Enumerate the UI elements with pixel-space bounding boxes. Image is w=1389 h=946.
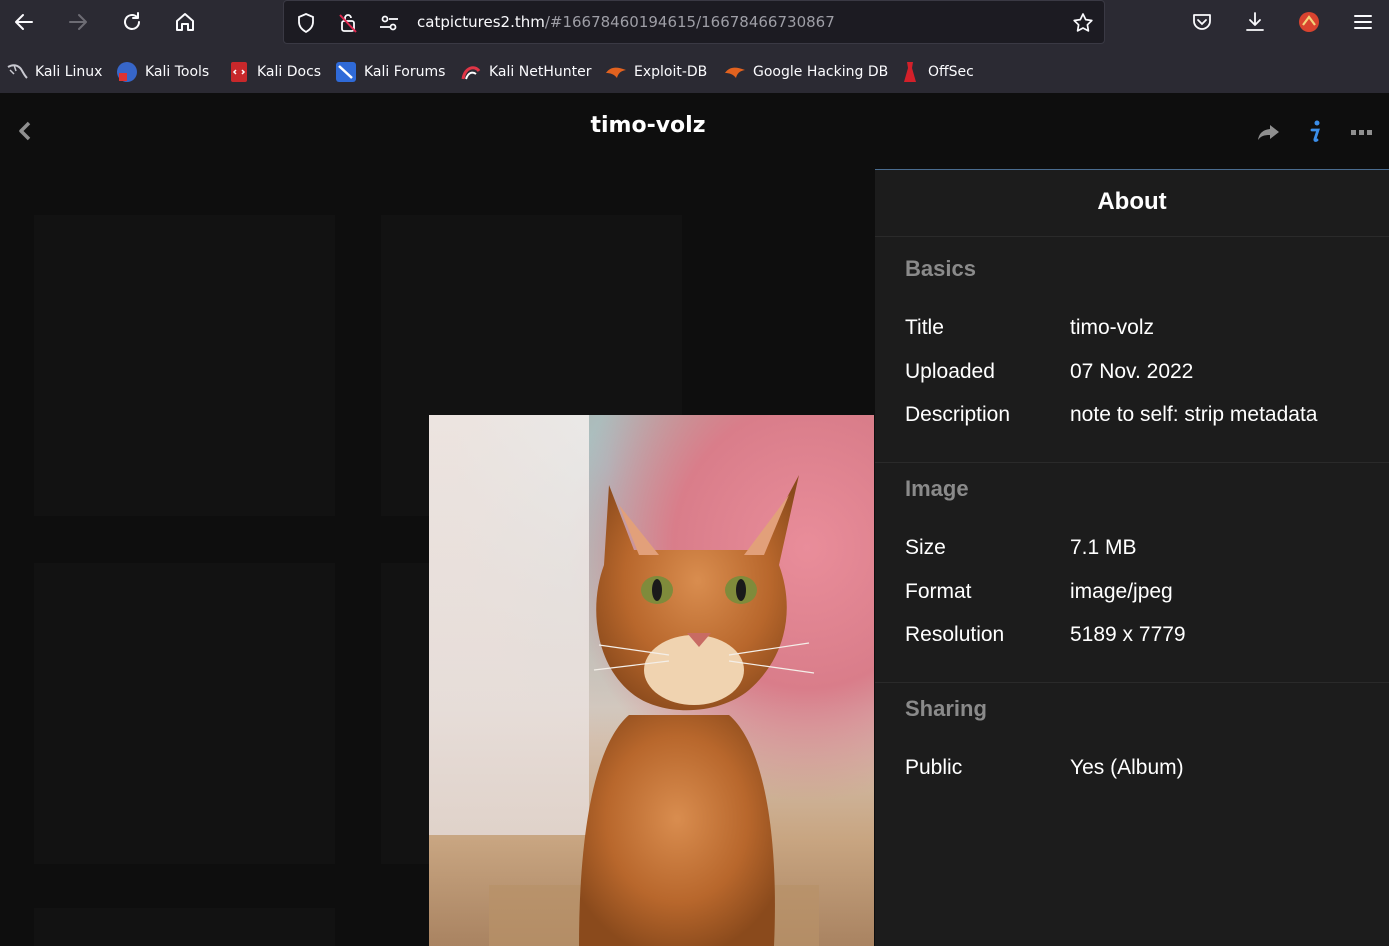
download-icon[interactable] — [1239, 6, 1271, 38]
basics-description-value: note to self: strip metadata — [1070, 403, 1318, 426]
bookmark-label: Kali Forums — [364, 64, 446, 80]
sharing-public-key: Public — [905, 756, 963, 779]
reload-icon[interactable] — [116, 6, 148, 38]
exploit-db-icon — [605, 61, 627, 83]
extension-icon[interactable] — [1293, 6, 1325, 38]
image-resolution-key: Resolution — [905, 623, 1005, 646]
bookmark-kali-forums[interactable]: Kali Forums — [335, 60, 445, 84]
share-icon[interactable] — [1256, 119, 1282, 145]
forward-arrow-icon[interactable] — [62, 6, 94, 38]
basics-title-key: Title — [905, 316, 944, 339]
url-path: /#16678460194615/16678466730867 — [544, 13, 835, 31]
photo-viewer: timo-volz About Basics Title timo-volz U… — [0, 93, 1389, 946]
bookmark-google-hacking-db[interactable]: Google Hacking DB — [724, 60, 888, 84]
sharing-public-value: Yes (Album) — [1070, 756, 1184, 779]
bookmark-kali-linux[interactable]: Kali Linux — [6, 60, 102, 84]
cat-figure — [489, 475, 819, 946]
ghdb-icon — [724, 61, 746, 83]
bookmark-label: OffSec — [928, 64, 974, 80]
browser-toolbar: catpictures2.thm/#16678460194615/1667846… — [0, 0, 1389, 93]
section-sharing-heading: Sharing — [905, 696, 987, 721]
bookmarks-toolbar: Kali Linux Kali Tools Kali Docs Kali For… — [0, 52, 1389, 92]
album-thumbnail[interactable] — [34, 563, 335, 864]
image-resolution-value: 5189 x 7779 — [1070, 623, 1186, 646]
bookmark-label: Kali Tools — [145, 64, 210, 80]
tracking-shield-icon[interactable] — [293, 10, 319, 36]
bookmark-exploit-db[interactable]: Exploit-DB — [605, 60, 707, 84]
bookmark-kali-nethunter[interactable]: Kali NetHunter — [460, 60, 591, 84]
url-text[interactable]: catpictures2.thm/#16678460194615/1667846… — [417, 13, 835, 31]
bookmark-label: Google Hacking DB — [753, 64, 889, 80]
hamburger-menu-icon[interactable] — [1347, 6, 1379, 38]
more-options-icon[interactable] — [1349, 119, 1375, 145]
offsec-icon — [899, 61, 921, 83]
back-arrow-icon[interactable] — [8, 6, 40, 38]
divider — [875, 236, 1389, 237]
bookmark-offsec[interactable]: OffSec — [899, 60, 974, 84]
bookmark-label: Exploit-DB — [634, 64, 708, 80]
basics-uploaded-key: Uploaded — [905, 360, 995, 383]
kali-docs-icon — [228, 61, 250, 83]
album-thumbnail[interactable] — [34, 908, 335, 946]
about-panel: About Basics Title timo-volz Uploaded 07… — [875, 169, 1389, 946]
bookmark-star-icon[interactable] — [1070, 10, 1096, 36]
bookmark-kali-docs[interactable]: Kali Docs — [228, 60, 321, 84]
insecure-lock-icon[interactable] — [335, 10, 361, 36]
bookmark-label: Kali NetHunter — [489, 64, 592, 80]
basics-description-key: Description — [905, 403, 1011, 426]
bookmark-label: Kali Docs — [257, 64, 322, 80]
bookmark-label: Kali Linux — [35, 64, 103, 80]
permissions-icon[interactable] — [376, 10, 402, 36]
divider — [875, 462, 1389, 463]
about-heading: About — [1097, 188, 1167, 215]
cat-photo — [429, 415, 874, 946]
album-thumbnail[interactable] — [381, 563, 429, 864]
section-image-heading: Image — [905, 476, 969, 501]
nav-row: catpictures2.thm/#16678460194615/1667846… — [0, 0, 1389, 44]
section-basics-heading: Basics — [905, 256, 976, 281]
image-size-value: 7.1 MB — [1070, 536, 1137, 559]
kali-tools-icon — [116, 61, 138, 83]
url-host: catpictures2.thm — [417, 13, 545, 31]
url-bar[interactable]: catpictures2.thm/#16678460194615/1667846… — [283, 0, 1105, 44]
info-icon[interactable] — [1303, 119, 1329, 145]
kali-dragon-icon — [6, 61, 28, 83]
image-format-value: image/jpeg — [1070, 580, 1173, 603]
image-size-key: Size — [905, 536, 946, 559]
basics-uploaded-value: 07 Nov. 2022 — [1070, 360, 1194, 383]
home-icon[interactable] — [169, 6, 201, 38]
photo-title: timo-volz — [590, 113, 706, 138]
bookmark-kali-tools[interactable]: Kali Tools — [116, 60, 209, 84]
album-thumbnail[interactable] — [34, 215, 335, 516]
kali-nethunter-icon — [460, 61, 482, 83]
pocket-icon[interactable] — [1186, 6, 1218, 38]
divider — [875, 682, 1389, 683]
basics-title-value: timo-volz — [1070, 316, 1155, 339]
image-format-key: Format — [905, 580, 972, 603]
kali-forums-icon — [335, 61, 357, 83]
